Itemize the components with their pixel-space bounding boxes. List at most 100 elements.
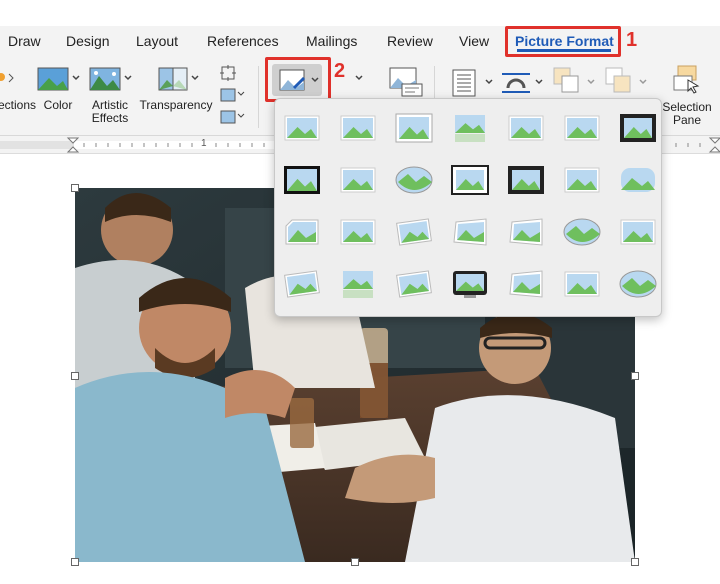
picture-style-thumbnail-icon [340,219,376,245]
picture-style-option[interactable] [506,216,546,248]
picture-style-thumbnail-icon [451,165,489,195]
picture-style-thumbnail-icon [340,167,376,193]
selection-pane-icon [673,65,700,94]
picture-styles-gallery [274,98,662,317]
picture-style-option[interactable] [506,164,546,196]
resize-handle-middle-left[interactable] [71,372,79,380]
quick-styles-icon [279,69,319,91]
tab-review[interactable]: Review [387,33,433,49]
tab-picture-format-label: Picture Format [515,33,614,49]
send-backward-icon[interactable] [604,66,652,98]
picture-style-option[interactable] [450,216,490,248]
alt-text-icon[interactable] [388,66,424,98]
transparency-button[interactable]: Transparency [138,64,214,112]
picture-style-option[interactable] [562,112,602,144]
picture-style-thumbnail-icon [284,270,320,298]
picture-style-thumbnail-icon [453,271,487,298]
picture-style-option[interactable] [450,268,490,300]
corrections-icon [0,73,14,83]
picture-style-option[interactable] [282,216,322,248]
selection-pane-label-2: Pane [672,113,702,127]
tab-draw[interactable]: Draw [8,33,41,49]
picture-style-thumbnail-icon [564,271,600,297]
picture-style-option[interactable] [338,164,378,196]
quick-styles-button[interactable] [272,64,322,96]
transparency-icon [158,67,199,91]
tab-view[interactable]: View [459,33,489,49]
artistic-effects-button[interactable]: Artistic Effects [86,64,134,125]
picture-style-thumbnail-icon [396,270,432,298]
picture-style-thumbnail-icon [508,115,544,141]
picture-style-thumbnail-icon [340,115,376,141]
picture-style-option[interactable] [282,268,322,300]
wrap-text-icon[interactable] [500,68,548,98]
callout-number-2: 2 [334,60,346,82]
corrections-label: ections [0,98,37,112]
picture-style-thumbnail-icon [564,115,600,141]
picture-border-chevron-icon[interactable] [352,68,372,88]
ribbon-tabs: Draw Design Layout References Mailings R… [0,26,720,58]
picture-style-option[interactable] [506,268,546,300]
picture-style-option[interactable] [282,164,322,196]
resize-handle-bottom-middle[interactable] [351,558,359,566]
picture-style-thumbnail-icon [455,115,485,142]
change-picture-icon[interactable] [218,86,248,104]
picture-style-option[interactable] [562,216,602,248]
tab-mailings[interactable]: Mailings [306,33,357,49]
selection-pane-button[interactable]: Selection Pane [658,64,716,127]
picture-style-option[interactable] [450,164,490,196]
bring-forward-icon[interactable] [552,66,600,98]
tab-layout[interactable]: Layout [136,33,178,49]
transparency-label: Transparency [139,98,213,112]
picture-style-option[interactable] [394,216,434,248]
picture-style-option[interactable] [338,268,378,300]
picture-style-thumbnail-icon [508,166,544,194]
picture-style-option[interactable] [282,112,322,144]
picture-style-option[interactable] [450,112,490,144]
adjust-small-group [216,64,252,130]
picture-style-option[interactable] [394,268,434,300]
picture-style-thumbnail-icon [620,114,656,142]
picture-style-thumbnail-icon [284,166,320,194]
picture-style-thumbnail-icon [509,270,543,298]
picture-style-option[interactable] [562,268,602,300]
tab-references[interactable]: References [207,33,279,49]
picture-style-option[interactable] [394,112,434,144]
picture-style-thumbnail-icon [619,270,657,298]
quick-styles-button-frame[interactable] [265,57,331,102]
picture-style-option[interactable] [506,112,546,144]
color-label: Color [43,98,73,112]
picture-style-thumbnail-icon [343,271,373,298]
picture-style-option[interactable] [338,216,378,248]
picture-style-option[interactable] [618,216,658,248]
picture-style-option[interactable] [618,164,658,196]
artistic-effects-label-2: Effects [91,111,129,125]
picture-style-thumbnail-icon [564,167,600,193]
color-icon [37,67,80,91]
picture-style-thumbnail-icon [453,218,487,246]
reset-picture-icon[interactable] [218,108,248,126]
picture-style-option[interactable] [618,268,658,300]
color-button[interactable]: Color [34,64,82,112]
picture-style-thumbnail-icon [395,113,433,143]
picture-style-thumbnail-icon [284,115,320,141]
picture-style-thumbnail-icon [620,219,656,245]
picture-style-option[interactable] [618,112,658,144]
tab-picture-format[interactable]: Picture Format [505,26,621,57]
resize-handle-bottom-left[interactable] [71,558,79,566]
picture-style-thumbnail-icon [395,166,433,194]
corrections-button[interactable]: ections [0,64,37,112]
resize-handle-bottom-right[interactable] [631,558,639,566]
picture-style-thumbnail-icon [563,218,601,246]
picture-style-thumbnail-icon [621,168,655,192]
compress-pictures-icon[interactable] [218,64,248,82]
picture-style-option[interactable] [394,164,434,196]
artistic-effects-icon [89,67,132,91]
tab-design[interactable]: Design [66,33,110,49]
picture-style-option[interactable] [562,164,602,196]
position-icon[interactable] [450,68,498,98]
picture-style-option[interactable] [338,112,378,144]
picture-style-thumbnail-icon [509,218,543,246]
resize-handle-middle-right[interactable] [631,372,639,380]
resize-handle-top-left[interactable] [71,184,79,192]
